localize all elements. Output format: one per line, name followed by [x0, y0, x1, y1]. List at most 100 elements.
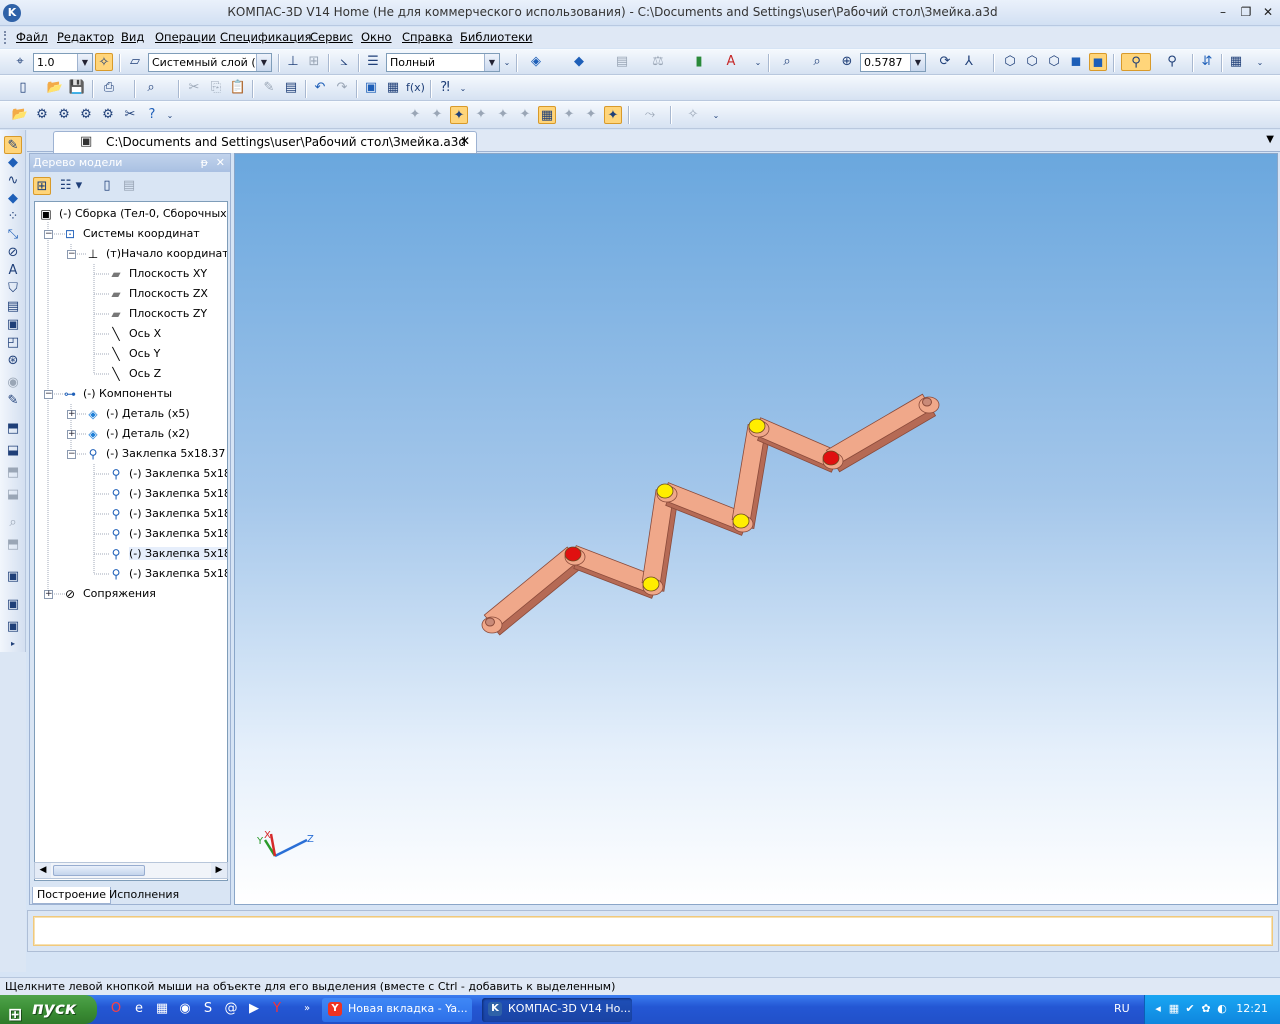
snap-grid-icon[interactable]: ▦: [538, 106, 556, 124]
rivet-pin[interactable]: [732, 513, 750, 529]
tree-item[interactable]: ◈ (-) Деталь (х5): [84, 404, 189, 424]
tree-item[interactable]: ▣ (-) Сборка (Тел-0, Сборочных е: [37, 204, 227, 224]
scroll-right-icon[interactable]: ▶: [211, 863, 227, 878]
format-brush-icon[interactable]: ✎: [260, 79, 278, 97]
expander-mates[interactable]: +: [44, 590, 53, 599]
toolbar-more-icon-3[interactable]: ⌄: [1256, 54, 1264, 72]
snap-point-icon[interactable]: ✦: [406, 106, 424, 124]
props-library-icon[interactable]: ▤: [613, 53, 631, 71]
diagnostics-icon[interactable]: ◰: [4, 334, 22, 352]
tree-item[interactable]: ⊥ (т)Начало координат: [84, 244, 227, 264]
sketch-icon[interactable]: ✎: [4, 392, 22, 410]
spec-object-icon[interactable]: ▣: [4, 568, 22, 586]
measure-distance-icon[interactable]: ⌕: [4, 514, 22, 532]
tree-item[interactable]: ⊡ Системы координат: [61, 224, 200, 244]
zoom-window-icon[interactable]: ⌕: [778, 53, 796, 71]
menu-help[interactable]: Справка: [402, 30, 453, 44]
media-icon[interactable]: ▦: [153, 1000, 171, 1018]
arrays-icon[interactable]: ⁘: [4, 208, 22, 226]
snap-toggle-icon[interactable]: ✧: [95, 53, 113, 71]
minimize-button[interactable]: –: [1214, 4, 1232, 20]
player-icon[interactable]: ▶: [245, 1000, 263, 1018]
library-pipes-icon[interactable]: ⚙: [99, 106, 117, 124]
properties-panel-icon[interactable]: ▦: [1227, 53, 1245, 71]
task-kompas[interactable]: K КОМПАС-3D V14 Ho...: [482, 998, 632, 1022]
tab-list-icon[interactable]: ▼: [1266, 134, 1274, 145]
tab-construction[interactable]: Построение: [32, 887, 112, 904]
menu-window[interactable]: Окно: [361, 30, 392, 44]
tree-item[interactable]: ⚲ (-) Заклепка 5x18: [107, 564, 227, 584]
menu-operations[interactable]: Операции: [155, 30, 216, 44]
tree-item[interactable]: ⚲ (-) Заклепка 5x18: [107, 524, 227, 544]
expander-part5[interactable]: +: [67, 410, 76, 419]
properties-input-field[interactable]: [33, 916, 1273, 946]
task-yandex[interactable]: Y Новая вкладка - Ya...: [322, 998, 472, 1022]
compact-expand-icon[interactable]: ▸: [4, 638, 22, 650]
toolbar-more-icon[interactable]: ⌄: [503, 54, 511, 72]
filters-icon[interactable]: ⛉: [4, 280, 22, 298]
surfaces-icon[interactable]: ◆: [4, 190, 22, 208]
snap-intersect-icon[interactable]: ✦: [472, 106, 490, 124]
manager-doc-icon[interactable]: ▣: [362, 79, 380, 97]
properties-icon[interactable]: ☰: [364, 53, 382, 71]
menu-specification[interactable]: Спецификация: [220, 30, 311, 44]
new-document-icon[interactable]: ▯: [14, 79, 32, 97]
tree-structure-icon[interactable]: ⊞: [33, 177, 51, 195]
edit-assembly-icon[interactable]: ✎: [4, 136, 22, 154]
cs-dropdown-icon[interactable]: ⊞: [305, 53, 323, 71]
exploded-icon[interactable]: ⬓: [4, 486, 22, 504]
preview-icon[interactable]: ⌕: [142, 79, 160, 97]
section-icon[interactable]: ◉: [4, 374, 22, 392]
redo-icon[interactable]: ↷: [333, 79, 351, 97]
step-combo[interactable]: 1.0 ▼: [33, 53, 93, 72]
help-pointer-icon[interactable]: ⁈: [436, 79, 454, 97]
step-cursor-icon[interactable]: ⌖: [11, 53, 29, 71]
zoom-icon[interactable]: ⌕: [808, 53, 826, 71]
tree-separate-icon[interactable]: ▯: [98, 177, 116, 195]
parameters-icon[interactable]: ⊛: [4, 352, 22, 370]
ie-icon[interactable]: e: [130, 1000, 148, 1018]
thin-lines-icon[interactable]: ⬡: [1045, 53, 1063, 71]
color-icon[interactable]: ◆: [570, 53, 588, 71]
undo-icon[interactable]: ↶: [311, 79, 329, 97]
tree-item[interactable]: ⚲ (-) Заклепка 5x18: [107, 464, 227, 484]
expander-coord[interactable]: −: [44, 230, 53, 239]
opera-icon[interactable]: O: [107, 1000, 125, 1018]
shaded-edges-icon[interactable]: ◼: [1089, 53, 1107, 71]
library-springs-icon[interactable]: ⚙: [55, 106, 73, 124]
shaded-icon[interactable]: ◼: [1067, 53, 1085, 71]
expander-part2[interactable]: +: [67, 430, 76, 439]
tree-item[interactable]: ▰ Плоскость ZY: [107, 304, 207, 324]
library-icon[interactable]: ▤: [282, 79, 300, 97]
add-component-icon[interactable]: ◆: [4, 154, 22, 172]
copy-icon[interactable]: ⎘: [207, 79, 225, 97]
spec-section-icon[interactable]: ▣: [4, 596, 22, 614]
security-icon[interactable]: ✔: [1183, 1002, 1197, 1016]
tree-item[interactable]: ▰ Плоскость XY: [107, 264, 207, 284]
snap-tangent-icon[interactable]: ✦: [494, 106, 512, 124]
menu-service[interactable]: Сервис: [310, 30, 353, 44]
snap-end-icon[interactable]: ✦: [428, 106, 446, 124]
rivet-pin[interactable]: [642, 576, 660, 592]
tools-icon[interactable]: ✂: [121, 106, 139, 124]
menu-libraries[interactable]: Библиотеки: [460, 30, 533, 44]
quicklaunch-more-icon[interactable]: »: [298, 1000, 316, 1018]
toolbar-more-icon-4[interactable]: ⌄: [459, 80, 467, 98]
skype-icon[interactable]: S: [199, 1000, 217, 1018]
tree-item[interactable]: ⚲ (-) Заклепка 5x18: [107, 544, 227, 564]
snap-angle-icon[interactable]: ✦: [560, 106, 578, 124]
scroll-left-icon[interactable]: ◀: [35, 863, 51, 878]
dimensions-icon[interactable]: A: [4, 262, 22, 280]
tree-item[interactable]: ⚲ (-) Заклепка 5x18.37 Г: [84, 444, 227, 464]
tree-item[interactable]: ◈ (-) Деталь (х2): [84, 424, 189, 444]
toolbar-grip[interactable]: [4, 31, 8, 44]
close-button[interactable]: ✕: [1259, 4, 1277, 20]
layer-combo[interactable]: Системный слой (0) ▼: [148, 53, 272, 72]
move-component-icon[interactable]: ⬒: [4, 420, 22, 438]
cut-icon[interactable]: ✂: [185, 79, 203, 97]
material-icon[interactable]: ◈: [527, 53, 545, 71]
snap-normal-icon[interactable]: ✦: [516, 106, 534, 124]
function-icon[interactable]: f(x): [406, 79, 425, 97]
snap-nearest-icon[interactable]: ✦: [604, 106, 622, 124]
library-fasteners-icon[interactable]: ⚙: [33, 106, 51, 124]
